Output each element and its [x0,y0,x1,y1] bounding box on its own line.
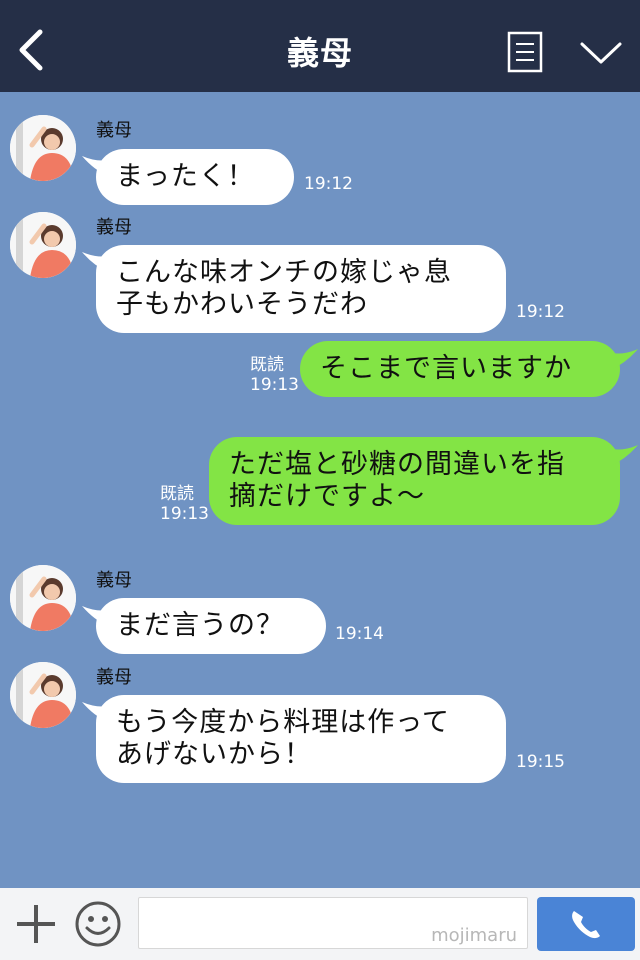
message-bubble[interactable]: まったく！ [96,149,294,205]
avatar-image [10,115,76,181]
message-time: 19:15 [516,752,565,772]
avatar-image [10,662,76,728]
bubble-tail [612,445,638,465]
message-text-line: ただ塩と砂糖の間違いを指 [229,449,565,480]
message-bubble[interactable]: そこまで言いますか [300,341,620,397]
message-bubble[interactable]: こんな味オンチの嫁じゃ息 子もかわいそうだわ [96,245,506,333]
message-time: 19:13 [160,504,209,524]
message-time: 19:13 [250,375,299,395]
message-time: 19:14 [335,624,384,644]
sender-name: 義母 [96,217,132,238]
avatar[interactable] [10,115,76,181]
bubble-tail [612,349,638,369]
message-text: そこまで言いますか [320,353,572,384]
read-receipt: 既読 19:13 [160,484,209,524]
message-text-line: こんな味オンチの嫁じゃ息 [116,257,452,288]
message-text-line: あげないから！ [116,739,312,770]
sender-name: 義母 [96,570,132,591]
read-label: 既読 [160,484,194,504]
message-text-line: もう今度から料理は作って [116,707,450,738]
message-text: まだ言うの？ [116,610,284,641]
chat-area[interactable]: 義母 まったく！ 19:12 義母 こんな味オンチの嫁じゃ息 子もかわいそうだわ… [0,92,640,888]
chat-header: 義母 [0,0,640,92]
message-bubble[interactable]: ただ塩と砂糖の間違いを指 摘だけですよ〜 [209,437,620,525]
plus-icon[interactable] [14,902,58,946]
smiley-icon[interactable] [74,900,122,948]
message-time: 19:12 [516,302,565,322]
avatar[interactable] [10,212,76,278]
document-list-icon[interactable] [507,31,543,73]
message-text-line: 子もかわいそうだわ [116,289,368,320]
message-text: まったく！ [116,161,255,192]
message-bubble[interactable]: まだ言うの？ [96,598,326,654]
phone-icon [572,911,600,939]
avatar-image [10,565,76,631]
avatar[interactable] [10,565,76,631]
sender-name: 義母 [96,667,132,688]
watermark-text: mojimaru [431,925,517,946]
sender-name: 義母 [96,120,132,141]
message-input[interactable]: mojimaru [138,897,528,949]
chevron-down-icon[interactable] [578,34,624,70]
chat-title: 義母 [286,34,353,72]
message-text-line: 摘だけですよ〜 [229,481,425,512]
read-label: 既読 [250,355,284,375]
message-time: 19:12 [304,174,353,194]
avatar[interactable] [10,662,76,728]
read-receipt: 既読 19:13 [250,355,299,395]
avatar-image [10,212,76,278]
call-button[interactable] [537,897,635,951]
message-bubble[interactable]: もう今度から料理は作って あげないから！ [96,695,506,783]
